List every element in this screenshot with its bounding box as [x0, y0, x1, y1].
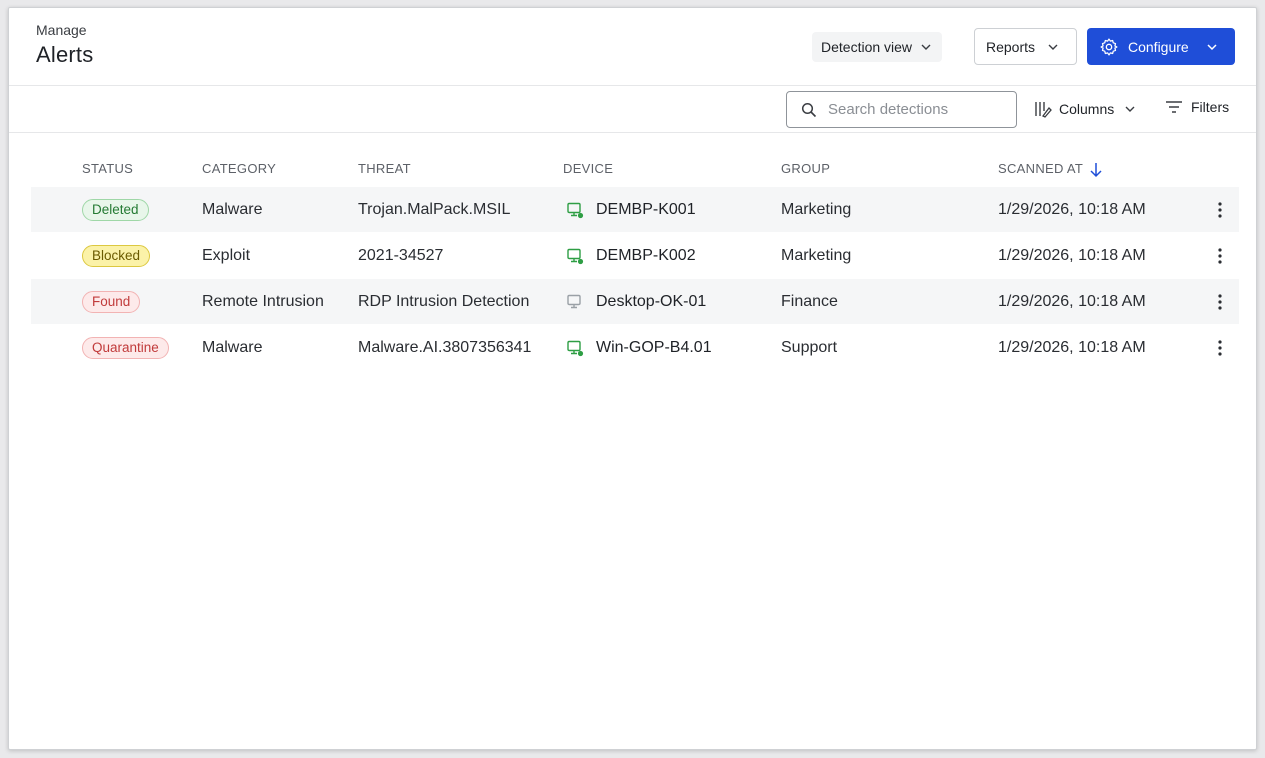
reports-label: Reports — [986, 38, 1036, 55]
category-cell: Malware — [202, 338, 263, 356]
reports-button[interactable]: Reports — [974, 28, 1077, 65]
breadcrumb[interactable]: Manage — [36, 22, 87, 38]
threat-cell: Trojan.MalPack.MSIL — [358, 200, 511, 218]
gear-icon — [1100, 37, 1118, 56]
row-actions-kebab-icon[interactable] — [1210, 187, 1230, 232]
columns-button[interactable]: Columns — [1033, 99, 1136, 119]
scanned-at-cell: 1/29/2026, 10:18 AM — [998, 246, 1146, 264]
column-header-scanned-at[interactable]: SCANNED AT — [998, 161, 1083, 176]
detection-view-label: Detection view — [821, 39, 913, 55]
status-badge: Quarantine — [82, 336, 169, 359]
table-row[interactable]: Found Remote Intrusion RDP Intrusion Detec… — [31, 279, 1239, 324]
device-name: DEMBP-K001 — [596, 200, 696, 218]
group-cell: Marketing — [781, 200, 852, 218]
column-header-threat[interactable]: THREAT — [358, 161, 411, 176]
status-cell: Blocked — [82, 233, 151, 278]
table-toolbar: Columns Filters — [9, 86, 1256, 133]
category-cell: Remote Intrusion — [202, 292, 324, 310]
category-cell: Malware — [202, 200, 263, 218]
table-header: STATUS CATEGORY THREAT DEVICE GROUP SCAN… — [9, 161, 1256, 179]
group-cell: Finance — [781, 292, 838, 310]
device-cell[interactable]: Win-GOP-B4.01 — [566, 325, 712, 370]
status-badge: Blocked — [82, 244, 151, 267]
group-cell: Support — [781, 338, 838, 356]
configure-label: Configure — [1128, 38, 1189, 55]
chevron-down-icon — [1207, 43, 1217, 50]
columns-icon — [1035, 102, 1052, 118]
column-header-device[interactable]: DEVICE — [563, 161, 613, 176]
configure-button[interactable]: Configure — [1087, 28, 1235, 65]
scanned-at-cell: 1/29/2026, 10:18 AM — [998, 200, 1146, 218]
chevron-down-icon — [921, 44, 931, 50]
row-actions-kebab-icon[interactable] — [1210, 233, 1230, 278]
table-row[interactable]: Deleted Malware Trojan.MalPack.MSIL DEMBP-K… — [31, 187, 1239, 232]
column-header-category[interactable]: CATEGORY — [202, 161, 276, 176]
device-cell[interactable]: DEMBP-K001 — [566, 187, 696, 232]
row-actions-kebab-icon[interactable] — [1210, 279, 1230, 324]
monitor-icon — [566, 247, 584, 265]
threat-cell: RDP Intrusion Detection — [358, 292, 530, 310]
status-badge: Found — [82, 290, 141, 313]
monitor-icon — [566, 201, 584, 219]
alerts-window: Manage Alerts Detection view Reports Con… — [8, 7, 1257, 750]
scanned-at-cell: 1/29/2026, 10:18 AM — [998, 338, 1146, 356]
monitor-icon — [566, 339, 584, 357]
detection-view-dropdown[interactable]: Detection view — [812, 32, 943, 62]
scanned-at-cell: 1/29/2026, 10:18 AM — [998, 292, 1146, 310]
chevron-down-icon — [1048, 44, 1058, 50]
device-cell[interactable]: DEMBP-K002 — [566, 233, 696, 278]
device-cell[interactable]: Desktop-OK-01 — [566, 279, 706, 324]
row-actions-kebab-icon[interactable] — [1210, 325, 1230, 370]
category-cell: Exploit — [202, 246, 251, 264]
monitor-icon — [566, 293, 584, 311]
status-cell: Deleted — [82, 187, 149, 232]
threat-cell: Malware.AI.3807356341 — [358, 338, 532, 356]
column-header-status[interactable]: STATUS — [82, 161, 133, 176]
device-name: Desktop-OK-01 — [596, 292, 707, 310]
status-cell: Quarantine — [82, 325, 169, 370]
device-name: Win-GOP-B4.01 — [596, 338, 712, 356]
filters-label: Filters — [1191, 99, 1230, 115]
chevron-down-icon — [1125, 106, 1135, 112]
column-header-group[interactable]: GROUP — [781, 161, 830, 176]
search-icon — [801, 102, 817, 117]
threat-cell: 2021-34527 — [358, 246, 444, 264]
page-title: Alerts — [36, 42, 94, 67]
status-cell: Found — [82, 279, 141, 324]
columns-label: Columns — [1059, 101, 1115, 117]
table-row[interactable]: Blocked Exploit 2021-34527 DEMBP-K002 Market… — [31, 233, 1239, 278]
search-input[interactable] — [828, 101, 998, 118]
sort-arrow-down-icon[interactable] — [1089, 162, 1103, 178]
filters-button[interactable]: Filters — [1165, 99, 1229, 115]
device-name: DEMBP-K002 — [596, 246, 696, 264]
status-badge: Deleted — [82, 198, 149, 221]
filter-lines-icon — [1166, 101, 1182, 113]
search-box[interactable] — [786, 91, 1017, 128]
page-header: Manage Alerts Detection view Reports Con… — [9, 8, 1256, 86]
group-cell: Marketing — [781, 246, 852, 264]
table-row[interactable]: Quarantine Malware Malware.AI.3807356341 Wi… — [31, 325, 1239, 370]
